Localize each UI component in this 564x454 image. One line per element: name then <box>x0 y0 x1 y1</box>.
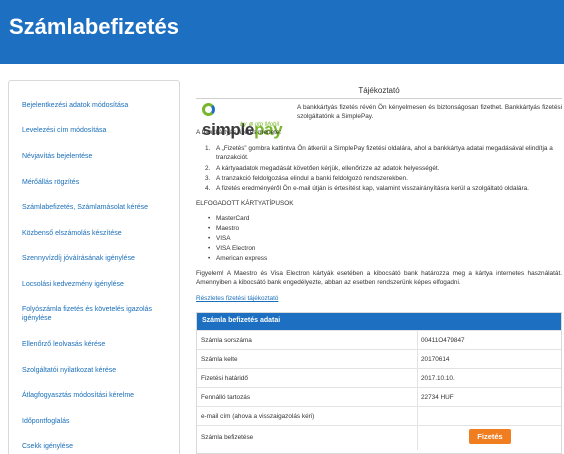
table-row: Fizetési határidő 2017.10.10. <box>197 368 561 388</box>
cards-title: ELFOGADOTT KÁRTYATÍPUSOK <box>196 200 294 207</box>
card-type-maestro: Maestro <box>216 225 240 232</box>
card-type-visa-electron: VISA Electron <box>216 245 256 252</box>
sidebar-item-account-certificate[interactable]: Folyószámla fizetés és követelés igazolá… <box>22 305 172 323</box>
simplepay-icon <box>202 103 215 116</box>
payment-details-table: Számla befizetés adatai Számla sorszáma … <box>196 312 562 454</box>
payment-table-header: Számla befizetés adatai <box>197 313 561 330</box>
sidebar-item-sewage-credit[interactable]: Szennyvízdíj jóváírásának igénylése <box>22 254 172 263</box>
simplepay-logo: simplepay by ⊕ otp Mobil <box>202 100 294 139</box>
table-row: Számla kelte 20170614 <box>197 349 561 369</box>
card-bullet-4: • <box>208 245 211 252</box>
column-divider <box>417 388 418 407</box>
step-number-1: 1. <box>205 145 211 152</box>
sidebar-item-appointment[interactable]: Időpontfoglalás <box>22 417 172 426</box>
email-label: e-mail cím (ahova a visszaigazolás kéri) <box>201 413 315 420</box>
card-type-american-express: American express <box>216 255 268 262</box>
page-header: Számlabefizetés <box>0 0 564 64</box>
outstanding-debt-label: Fennálló tartozás <box>201 394 251 401</box>
column-divider <box>417 369 418 388</box>
sidebar-item-interim-settlement[interactable]: Közbenső elszámolás készítése <box>22 229 172 238</box>
step-number-4: 4. <box>205 185 211 192</box>
step-2: A kártyaadatok megadását követően kérjük… <box>216 165 440 172</box>
payment-details-link[interactable]: Részletes fizetési tájékoztató <box>196 294 278 303</box>
process-title: A bankkártyás fizetés menete: <box>196 129 282 136</box>
invoice-date-label: Számla kelte <box>201 356 238 363</box>
card-type-mastercard: MasterCard <box>216 215 250 222</box>
outstanding-debt-value: 22734 HUF <box>421 394 454 401</box>
invoice-date-value: 20170614 <box>421 356 450 363</box>
card-bullet-5: • <box>208 255 211 262</box>
sidebar-item-meter-reading[interactable]: Mérőállás rögzítés <box>22 178 172 187</box>
info-title-divider <box>196 98 562 99</box>
warning-text: Figyelem! A Maestro és Visa Electron kár… <box>196 270 562 286</box>
info-title: Tájékoztató <box>358 86 400 95</box>
column-divider <box>417 350 418 369</box>
sidebar-item-login-data[interactable]: Bejelentkezési adatok módosítása <box>22 101 172 110</box>
due-date-value: 2017.10.10. <box>421 375 455 382</box>
card-type-visa: VISA <box>216 235 231 242</box>
sidebar-menu: Bejelentkezési adatok módosítása Levelez… <box>8 80 180 454</box>
sidebar-item-control-reading[interactable]: Ellenőrző leolvasás kérése <box>22 340 172 349</box>
sidebar-item-bill-payment[interactable]: Számlabefizetés, Számlamásolat kérése <box>22 203 172 212</box>
page-title: Számlabefizetés <box>9 14 179 39</box>
step-1: A „Fizetés” gombra kattintva Ön átkerül … <box>216 145 553 161</box>
step-3: A tranzakció feldolgozása elindul a bank… <box>216 175 408 182</box>
table-row: Számla befizetése Fizetés <box>197 425 561 450</box>
table-row: Számla sorszáma 00411O479847 <box>197 330 561 350</box>
step-number-3: 3. <box>205 175 211 182</box>
card-bullet-1: • <box>208 215 211 222</box>
card-bullet-2: • <box>208 225 211 232</box>
invoice-number-value: 00411O479847 <box>421 337 465 344</box>
sidebar-item-provider-statement[interactable]: Szolgáltatói nyilatkozat kérése <box>22 366 172 375</box>
column-divider <box>417 331 418 350</box>
sidebar-item-mailing-address[interactable]: Levelezési cím módosítása <box>22 126 172 135</box>
sidebar-item-irrigation-discount[interactable]: Locsolási kedvezmény igénylése <box>22 280 172 289</box>
pay-invoice-label: Számla befizetése <box>201 434 254 441</box>
step-4: A fizetés eredményéről Ön e-mail útján i… <box>216 185 529 192</box>
step-number-2: 2. <box>205 165 211 172</box>
column-divider <box>417 426 418 450</box>
sidebar-item-name-correction[interactable]: Névjavítás bejelentése <box>22 152 172 161</box>
sidebar-item-average-consumption[interactable]: Átlagfogyasztás módosítási kérelme <box>22 391 172 400</box>
column-divider <box>417 407 418 426</box>
card-bullet-3: • <box>208 235 211 242</box>
invoice-number-label: Számla sorszáma <box>201 337 252 344</box>
sidebar-item-cheque-request[interactable]: Csekk igénylése <box>22 442 172 451</box>
due-date-label: Fizetési határidő <box>201 375 248 382</box>
intro-text: A bankkártyás fizetés révén Ön kényelmes… <box>297 104 562 120</box>
otp-mobil-byline: by ⊕ otp Mobil <box>240 122 280 128</box>
table-row: e-mail cím (ahova a visszaigazolás kéri) <box>197 406 561 426</box>
table-row: Fennálló tartozás 22734 HUF <box>197 387 561 407</box>
pay-button[interactable]: Fizetés <box>469 429 511 444</box>
